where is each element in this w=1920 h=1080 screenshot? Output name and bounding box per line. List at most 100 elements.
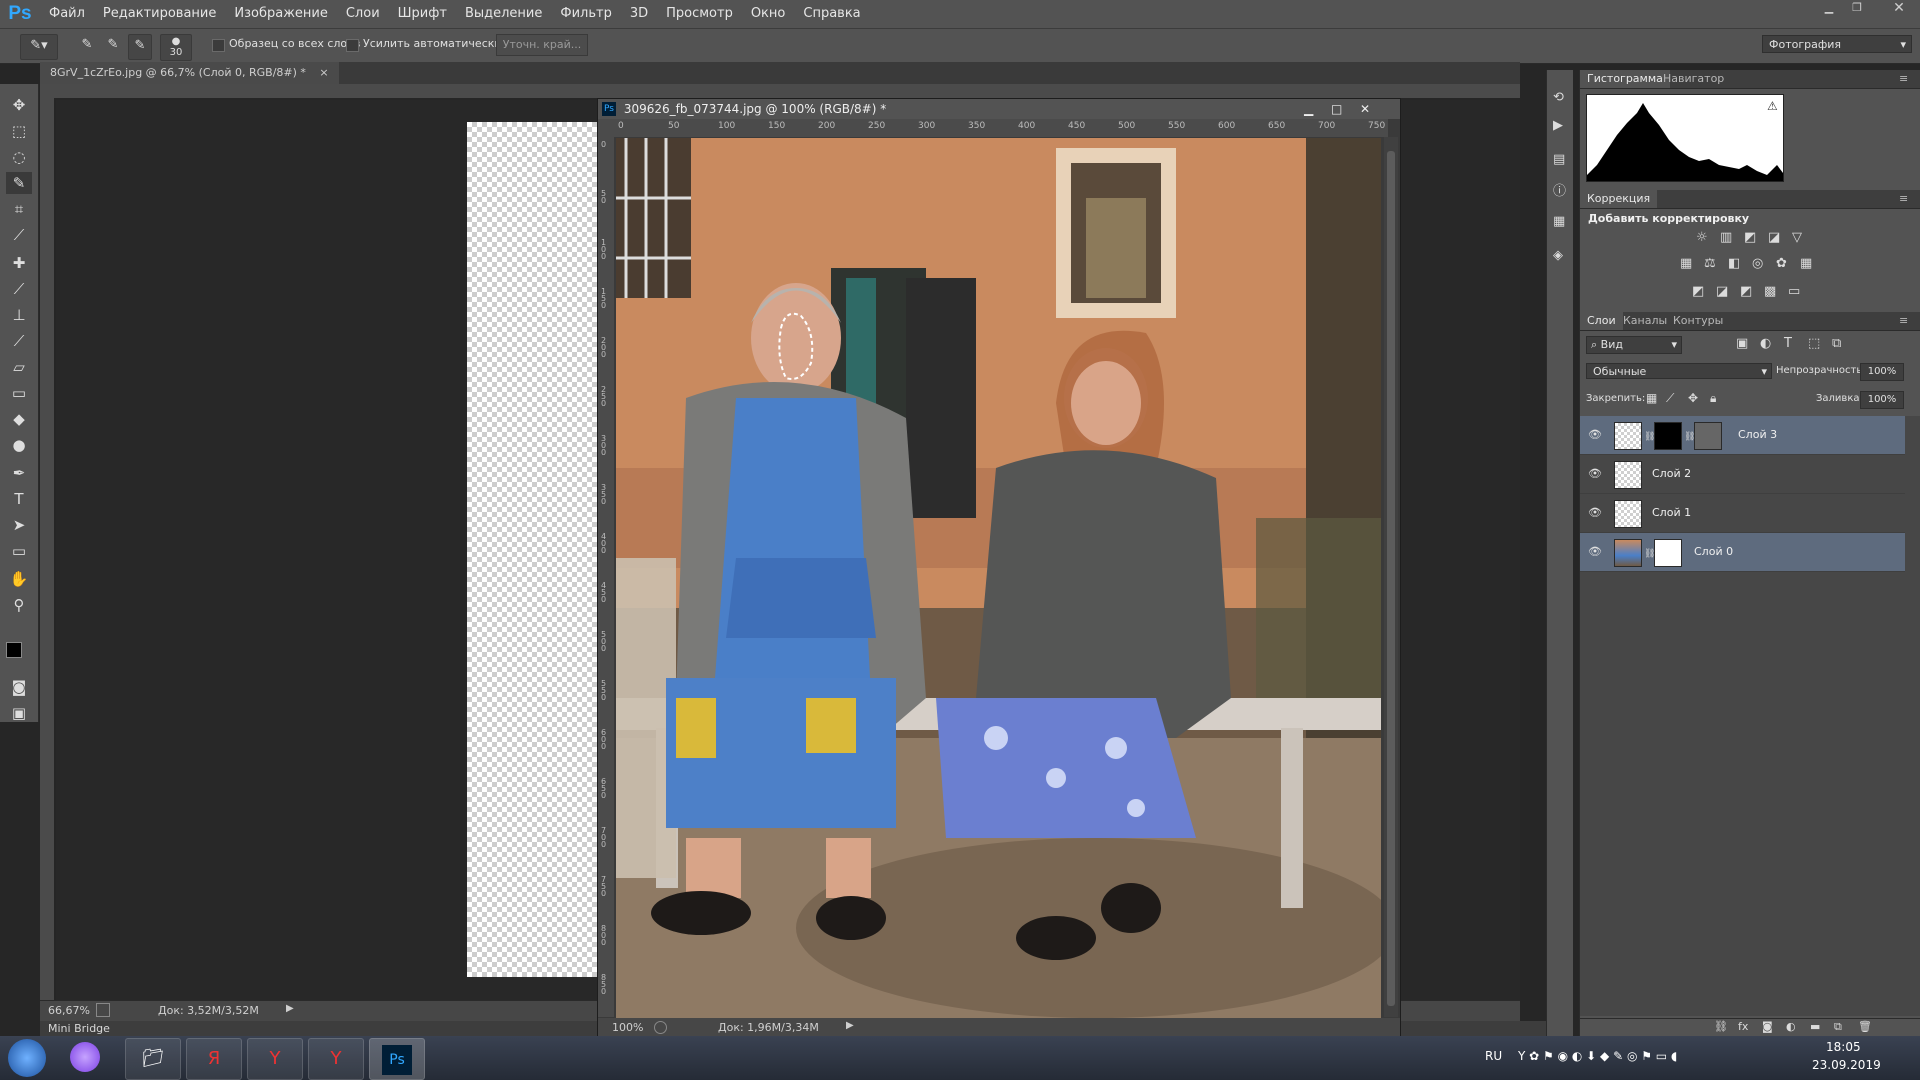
blend-mode-dropdown[interactable]: Обычные ▾ [1586,363,1772,379]
transparent-canvas[interactable] [467,122,597,977]
layer-name[interactable]: Слой 0 [1694,545,1733,558]
subtract-selection-icon[interactable]: ✎ [128,34,152,60]
screen-mode-icon[interactable]: ▣ [6,702,32,724]
trash-icon[interactable]: 🗑︎ [1858,1020,1872,1033]
restore-icon[interactable]: ❐ [1844,0,1870,16]
status-info-icon[interactable] [96,1003,110,1017]
mini-bridge-tab[interactable]: Mini Bridge [48,1022,110,1035]
history-brush-tool-icon[interactable]: ⟋ [6,330,32,352]
yandex-icon[interactable]: Я [186,1038,242,1080]
dodge-tool-icon[interactable]: ● [6,434,32,456]
brush-size-picker[interactable]: ● 30 [160,34,192,61]
link-layers-icon[interactable]: ⛓︎ [1714,1020,1728,1033]
menu-edit[interactable]: Редактирование [94,0,225,28]
properties-icon[interactable]: ▦ [1553,214,1565,229]
menu-3d[interactable]: 3D [621,0,657,28]
float-vertical-scrollbar[interactable] [1384,137,1398,1017]
float-scroll-thumb[interactable] [1387,151,1395,1006]
filter-pixel-icon[interactable]: ▣ [1736,336,1748,351]
lock-transparent-icon[interactable]: ▦ [1646,391,1657,405]
channel-mixer-icon[interactable]: ✿ [1776,256,1787,271]
filter-adjust-icon[interactable]: ◐ [1760,336,1771,351]
filter-type-icon[interactable]: T [1784,336,1792,351]
status-arrow-icon[interactable]: ▶ [286,1003,294,1014]
fx-icon[interactable]: fx [1738,1020,1748,1033]
floating-doc-titlebar[interactable]: Ps 309626_fb_073744.jpg @ 100% (RGB/8#) … [598,99,1400,119]
opacity-input[interactable]: 100% [1860,363,1904,381]
add-mask-icon[interactable]: ◙ [1762,1020,1773,1033]
menu-type[interactable]: Шрифт [389,0,456,28]
marquee-tool-icon[interactable]: ⬚ [6,120,32,142]
move-tool-icon[interactable]: ✥ [6,94,32,116]
tab-paths[interactable]: Контуры [1666,312,1730,330]
layer-name[interactable]: Слой 1 [1652,506,1691,519]
crop-tool-icon[interactable]: ⌗ [6,198,32,220]
menu-window[interactable]: Окно [742,0,795,28]
filter-smart-icon[interactable]: ⧉ [1832,336,1841,351]
eraser-tool-icon[interactable]: ▱ [6,356,32,378]
new-group-icon[interactable]: ▬ [1810,1020,1820,1033]
clock-time[interactable]: 18:05 [1826,1040,1861,1054]
layer-row-3[interactable]: 👁︎ ⛓︎ ⛓︎ Слой 3 [1580,416,1905,455]
adjustments-menu-icon[interactable]: ≡ [1892,190,1915,208]
photo-two-women-on-bench[interactable] [616,138,1381,1018]
visibility-eye-icon[interactable]: 👁︎ [1588,467,1602,480]
float-zoom-value[interactable]: 100% [612,1021,643,1034]
tab-adjustments[interactable]: Коррекция [1580,190,1658,208]
minimize-icon[interactable]: ▁ [1816,0,1842,16]
new-layer-icon[interactable]: ⧉ [1834,1020,1842,1034]
filter-shape-icon[interactable]: ⬚ [1808,336,1820,351]
layer-name[interactable]: Слой 2 [1652,467,1691,480]
menu-filter[interactable]: Фильтр [551,0,620,28]
main-zoom-value[interactable]: 66,67% [48,1004,90,1017]
layer-mask-thumbnail[interactable] [1654,422,1682,450]
visibility-eye-icon[interactable]: 👁︎ [1588,545,1602,558]
float-close-icon[interactable]: ✕ [1360,99,1370,119]
tab-navigator[interactable]: Навигатор [1656,70,1731,88]
lock-pixels-icon[interactable]: ⟋ [1666,391,1674,406]
layer-row-0[interactable]: 👁︎ ⛓︎ Слой 0 [1580,533,1905,572]
color-balance-icon[interactable]: ⚖ [1704,256,1716,271]
doc-tab-8grv[interactable]: 8GrV_1cZrEo.jpg @ 66,7% (Слой 0, RGB/8#)… [40,62,339,84]
alice-icon[interactable] [70,1042,100,1072]
sample-all-layers-checkbox[interactable] [212,39,225,52]
eyedropper-tool-icon[interactable]: ⟋ [6,224,32,246]
clock-date[interactable]: 23.09.2019 [1812,1058,1881,1072]
gradient-map-icon[interactable]: ▭ [1788,284,1800,299]
layer-name[interactable]: Слой 3 [1738,428,1777,441]
menu-view[interactable]: Просмотр [657,0,742,28]
fill-input[interactable]: 100% [1860,391,1904,409]
exposure-icon[interactable]: ◪ [1768,230,1780,245]
brightness-icon[interactable]: ☼ [1696,230,1708,245]
menu-help[interactable]: Справка [794,0,869,28]
healing-brush-tool-icon[interactable]: ✚ [6,252,32,274]
selective-color-icon[interactable]: ▩ [1764,284,1776,299]
language-indicator[interactable]: RU [1485,1049,1502,1063]
auto-enhance-checkbox[interactable] [346,39,359,52]
hand-tool-icon[interactable]: ✋ [6,568,32,590]
shape-tool-icon[interactable]: ▭ [6,540,32,562]
lasso-tool-icon[interactable]: ◌ [6,146,32,168]
type-tool-icon[interactable]: T [6,488,32,510]
zoom-tool-icon[interactable]: ⚲ [6,594,32,616]
start-button[interactable] [8,1039,46,1077]
photoshop-taskbar-icon[interactable]: Ps [369,1038,425,1080]
clone-stamp-tool-icon[interactable]: ⊥ [6,304,32,326]
hue-sat-icon[interactable]: ▦ [1680,256,1692,271]
actions-play-icon[interactable]: ▶ [1553,118,1563,133]
close-tab-icon[interactable]: × [319,66,328,79]
yandex-browser-2-icon[interactable]: Y [308,1038,364,1080]
menu-file[interactable]: Файл [40,0,94,28]
quick-mask-icon[interactable]: ◙ [6,676,32,698]
explorer-icon[interactable]: 📁︎ [125,1038,181,1080]
float-minimize-icon[interactable]: ▁ [1304,99,1313,119]
black-white-icon[interactable]: ◧ [1728,256,1740,271]
levels-icon[interactable]: ▥ [1720,230,1732,245]
vector-mask-thumbnail[interactable] [1694,422,1722,450]
info-icon[interactable]: ⓘ [1553,180,1566,199]
photo-filter-icon[interactable]: ◎ [1752,256,1763,271]
layers-menu-icon[interactable]: ≡ [1892,312,1915,330]
lock-all-icon[interactable]: 🔒︎ [1710,391,1716,406]
visibility-eye-icon[interactable]: 👁︎ [1588,428,1602,441]
invert-icon[interactable]: ◩ [1692,284,1704,299]
